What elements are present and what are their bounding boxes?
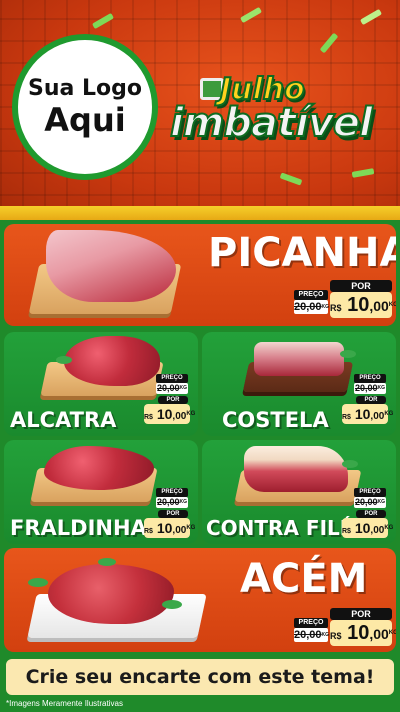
meat-image-acem bbox=[48, 564, 174, 624]
new-price: R$ 10,00KG bbox=[342, 404, 394, 424]
new-price-label: POR bbox=[158, 396, 188, 404]
new-price-label: POR bbox=[158, 510, 188, 518]
campaign-title: Julho imbatível bbox=[169, 71, 390, 172]
old-price-label: PREÇO bbox=[156, 374, 188, 383]
herb-leaf-icon bbox=[342, 460, 358, 468]
logo-text-line2: Aqui bbox=[44, 101, 126, 139]
old-price-label: PREÇO bbox=[354, 374, 386, 383]
new-price: R$ 10,00KG bbox=[342, 518, 394, 538]
meat-image-contra-file bbox=[244, 446, 348, 492]
old-price: 20,00KG bbox=[294, 300, 330, 314]
confetti-icon bbox=[279, 172, 303, 186]
confetti-icon bbox=[319, 32, 339, 54]
confetti-icon bbox=[359, 8, 383, 26]
old-price-label: PREÇO bbox=[354, 488, 386, 497]
new-price: R$ 10,00KG bbox=[144, 404, 196, 424]
product-name: CONTRA FILÉ bbox=[206, 516, 354, 540]
new-price-label: POR bbox=[356, 510, 386, 518]
old-price: 20,00KG bbox=[354, 497, 386, 508]
logo-text-line1: Sua Logo bbox=[27, 76, 142, 101]
meat-image-picanha bbox=[46, 230, 176, 302]
product-card-costela: COSTELA PREÇO 20,00KG POR R$ 10,00KG bbox=[202, 332, 396, 436]
product-name: FRALDINHA bbox=[10, 516, 147, 540]
old-price: 20,00KG bbox=[156, 497, 188, 508]
new-price-label: POR bbox=[330, 608, 392, 620]
meat-image-alcatra bbox=[64, 336, 160, 386]
logo-placeholder: Sua Logo Aqui bbox=[12, 34, 158, 180]
new-price-label: POR bbox=[330, 280, 392, 292]
herb-leaf-icon bbox=[98, 558, 116, 566]
meat-image-fraldinha bbox=[44, 446, 154, 490]
product-name: ACÉM bbox=[240, 556, 368, 602]
confetti-icon bbox=[91, 12, 115, 30]
product-card-picanha: PICANHA PREÇO 20,00KG POR R$ 10,00KG bbox=[4, 224, 396, 326]
herb-leaf-icon bbox=[28, 578, 48, 587]
herb-leaf-icon bbox=[56, 356, 72, 364]
herb-leaf-icon bbox=[162, 600, 182, 609]
new-price: R$ 10,00KG bbox=[330, 292, 396, 318]
product-card-alcatra: ALCATRA PREÇO 20,00KG POR R$ 10,00KG bbox=[4, 332, 198, 436]
product-card-fraldinha: FRALDINHA PREÇO 20,00KG POR R$ 10,00KG bbox=[4, 440, 198, 544]
herb-leaf-icon bbox=[340, 350, 356, 358]
product-card-contra-file: CONTRA FILÉ PREÇO 20,00KG POR R$ 10,00KG bbox=[202, 440, 396, 544]
call-to-action-banner[interactable]: Crie seu encarte com este tema! bbox=[4, 657, 396, 697]
meat-image-costela bbox=[254, 342, 344, 376]
new-price: R$ 10,00KG bbox=[330, 620, 396, 646]
old-price-label: PREÇO bbox=[156, 488, 188, 497]
disclaimer-footnote: *Imagens Meramente Ilustrativas bbox=[6, 699, 123, 708]
old-price: 20,00KG bbox=[354, 383, 386, 394]
product-name: ALCATRA bbox=[10, 408, 117, 432]
new-price: R$ 10,00KG bbox=[144, 518, 196, 538]
campaign-title-line2: imbatível bbox=[169, 99, 374, 147]
old-price-label: PREÇO bbox=[294, 290, 328, 300]
old-price: 20,00KG bbox=[156, 383, 188, 394]
confetti-icon bbox=[239, 6, 263, 24]
product-card-acem: ACÉM PREÇO 20,00KG POR R$ 10,00KG bbox=[4, 548, 396, 652]
old-price: 20,00KG bbox=[294, 628, 330, 642]
header-banner: Sua Logo Aqui Julho imbatível bbox=[0, 0, 400, 218]
product-name: PICANHA bbox=[208, 230, 396, 276]
header-stripe bbox=[0, 206, 400, 220]
old-price-label: PREÇO bbox=[294, 618, 328, 628]
product-name: COSTELA bbox=[222, 408, 329, 432]
new-price-label: POR bbox=[356, 396, 386, 404]
